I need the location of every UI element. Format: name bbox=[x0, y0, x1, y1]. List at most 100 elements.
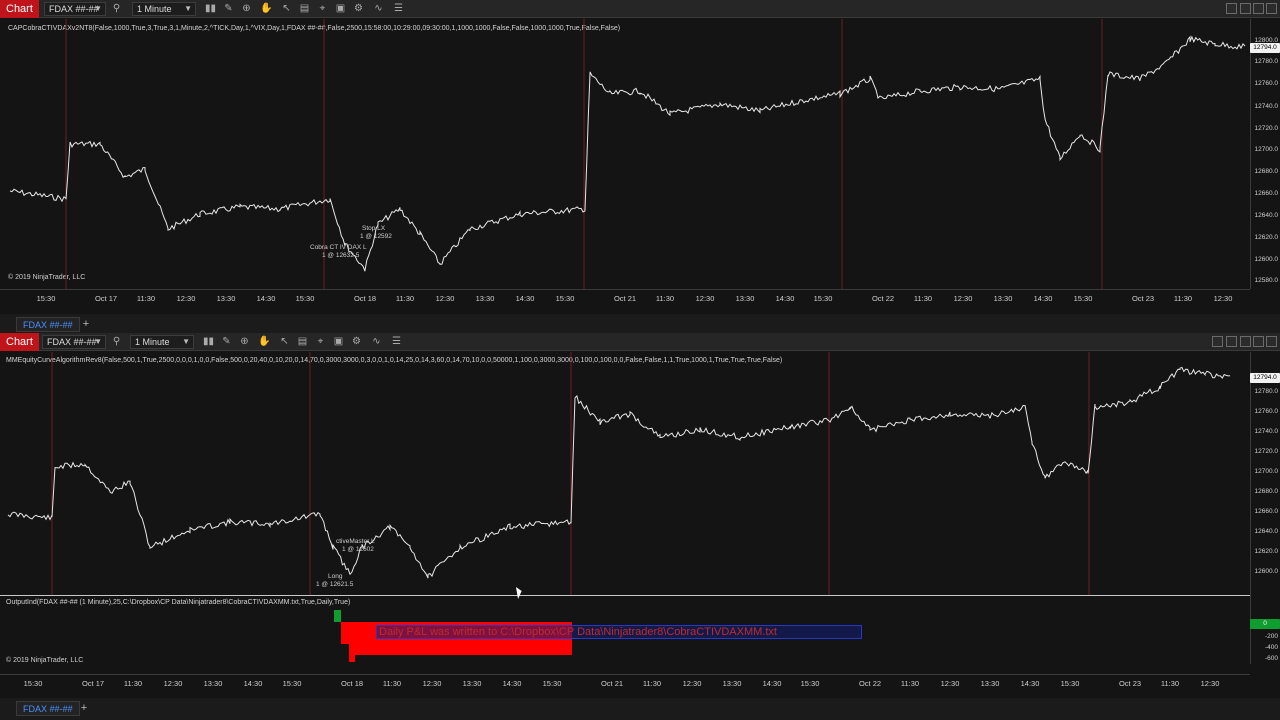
zoom-icon[interactable]: ⊕ bbox=[238, 336, 251, 348]
price-tick: 12780.0 bbox=[1254, 388, 1279, 395]
restore-down-icon[interactable] bbox=[1253, 336, 1264, 347]
price-tick: 12760.0 bbox=[1254, 408, 1279, 415]
bottom-price-panel[interactable]: MMEquityCurveAlgorithmRev8(False,500,1,T… bbox=[0, 352, 1280, 698]
bar-type-icon[interactable]: ▮▮ bbox=[204, 3, 217, 15]
time-tick: 11:30 bbox=[123, 679, 143, 688]
time-tick: Oct 23 bbox=[1131, 294, 1155, 303]
chevron-down-icon: ▼ bbox=[184, 4, 192, 13]
restore-icon[interactable] bbox=[1240, 3, 1251, 14]
long-entry-price: 1 @ 12621.5 bbox=[316, 581, 354, 588]
sub-value-marker: 0 bbox=[1250, 619, 1280, 629]
data-box-icon[interactable]: ▤ bbox=[296, 336, 309, 348]
price-tick: 12760.0 bbox=[1254, 80, 1279, 87]
properties-icon[interactable]: ▣ bbox=[332, 336, 345, 348]
sub-indicator-label: OutputInd(FDAX ##-## (1 Minute),25,C:\Dr… bbox=[6, 599, 351, 606]
bottom-price-axis[interactable]: 12780.0 12760.0 12740.0 12720.0 12700.0 … bbox=[1250, 352, 1280, 664]
time-tick: 13:30 bbox=[735, 294, 755, 303]
close-icon[interactable] bbox=[1266, 3, 1277, 14]
pnl-positive-bar bbox=[334, 610, 341, 622]
top-instrument-select[interactable]: FDAX ##-## ▼ bbox=[44, 2, 106, 16]
bar-type-icon[interactable]: ▮▮ bbox=[202, 336, 215, 348]
price-tick: 12680.0 bbox=[1254, 488, 1279, 495]
price-series-line bbox=[7, 366, 1231, 579]
maximize-icon[interactable] bbox=[1240, 336, 1251, 347]
search-icon[interactable]: ⚲ bbox=[110, 336, 123, 348]
indicators-icon[interactable]: ∿ bbox=[370, 336, 383, 348]
pointer-icon[interactable]: ↖ bbox=[278, 336, 291, 348]
time-tick: 14:30 bbox=[1020, 679, 1040, 688]
stop-exit-price: 1 @ 12592 bbox=[360, 233, 392, 240]
time-tick: 15:30 bbox=[800, 679, 820, 688]
time-tick: 13:30 bbox=[722, 679, 742, 688]
time-tick: 14:30 bbox=[762, 679, 782, 688]
bottom-interval-label: 1 Minute bbox=[135, 337, 170, 347]
bottom-chart-badge[interactable]: Chart bbox=[0, 333, 39, 351]
top-chart-badge[interactable]: Chart bbox=[0, 0, 39, 18]
hand-icon[interactable]: ✋ bbox=[258, 336, 271, 348]
strategies-icon[interactable]: ⚙ bbox=[350, 336, 363, 348]
properties-icon[interactable]: ▣ bbox=[334, 3, 347, 15]
time-tick: Oct 22 bbox=[871, 294, 895, 303]
minimize-icon[interactable] bbox=[1212, 336, 1223, 347]
add-tab-button[interactable]: + bbox=[80, 317, 92, 331]
bottom-instrument-select[interactable]: FDAX ##-## ▼ bbox=[42, 335, 106, 349]
top-tab-bar: FDAX ##-## + bbox=[0, 314, 1280, 334]
pointer-icon[interactable]: ↖ bbox=[280, 3, 293, 15]
time-tick: Oct 21 bbox=[613, 294, 637, 303]
bottom-time-axis[interactable]: 15:30 Oct 17 11:30 12:30 13:30 14:30 15:… bbox=[0, 674, 1250, 690]
zoom-icon[interactable]: ⊕ bbox=[240, 3, 253, 15]
strategies-icon[interactable]: ⚙ bbox=[352, 3, 365, 15]
time-tick: 11:30 bbox=[1173, 294, 1193, 303]
panel-divider[interactable] bbox=[0, 595, 1250, 596]
add-tab-button[interactable]: + bbox=[78, 701, 90, 715]
hand-icon[interactable]: ✋ bbox=[260, 3, 273, 15]
time-tick: 15:30 bbox=[555, 294, 575, 303]
maximize-icon[interactable] bbox=[1253, 3, 1264, 14]
time-tick: 15:30 bbox=[282, 679, 302, 688]
indicators-icon[interactable]: ∿ bbox=[372, 3, 385, 15]
menu-icon[interactable]: ☰ bbox=[392, 3, 405, 15]
restore-icon[interactable] bbox=[1226, 336, 1237, 347]
minimize-icon[interactable] bbox=[1226, 3, 1237, 14]
time-tick: 15:30 bbox=[295, 294, 315, 303]
crosshair-icon[interactable]: ⌖ bbox=[314, 336, 327, 348]
menu-icon[interactable]: ☰ bbox=[390, 336, 403, 348]
bottom-copyright: © 2019 NinjaTrader, LLC bbox=[6, 657, 84, 664]
top-time-axis[interactable]: 15:30 Oct 17 11:30 12:30 13:30 14:30 15:… bbox=[0, 289, 1250, 305]
top-price-axis[interactable]: 12800.0 12780.0 12760.0 12740.0 12720.0 … bbox=[1250, 19, 1280, 289]
drawing-tool-icon[interactable]: ✎ bbox=[220, 336, 233, 348]
drawing-tool-icon[interactable]: ✎ bbox=[222, 3, 235, 15]
time-tick: 15:30 bbox=[813, 294, 833, 303]
bottom-chart-tab[interactable]: FDAX ##-## bbox=[16, 701, 80, 716]
time-tick: 11:30 bbox=[913, 294, 933, 303]
top-price-panel[interactable]: CAPCobraCTIVDAXv2NT8(False,1000,True,3,T… bbox=[0, 19, 1280, 307]
time-tick: 11:30 bbox=[900, 679, 920, 688]
time-tick: 12:30 bbox=[1213, 294, 1233, 303]
close-icon[interactable] bbox=[1266, 336, 1277, 347]
bottom-interval-select[interactable]: 1 Minute ▼ bbox=[130, 335, 194, 349]
time-tick: 12:30 bbox=[695, 294, 715, 303]
search-icon[interactable]: ⚲ bbox=[110, 3, 123, 15]
time-tick: Oct 17 bbox=[94, 294, 118, 303]
time-tick: 11:30 bbox=[655, 294, 675, 303]
price-tick: 12740.0 bbox=[1254, 428, 1279, 435]
price-tick: 12580.0 bbox=[1254, 277, 1279, 284]
chevron-down-icon: ▼ bbox=[94, 337, 102, 346]
crosshair-icon[interactable]: ⌖ bbox=[316, 3, 329, 15]
price-tick: 12640.0 bbox=[1254, 212, 1279, 219]
bottom-price-chart[interactable] bbox=[0, 352, 1250, 664]
data-box-icon[interactable]: ▤ bbox=[298, 3, 311, 15]
time-tick: 14:30 bbox=[515, 294, 535, 303]
pnl-bar bbox=[349, 622, 355, 662]
top-interval-select[interactable]: 1 Minute ▼ bbox=[132, 2, 196, 16]
time-tick: 15:30 bbox=[23, 679, 43, 688]
time-tick: 12:30 bbox=[940, 679, 960, 688]
time-tick: 13:30 bbox=[993, 294, 1013, 303]
top-chart-tab[interactable]: FDAX ##-## bbox=[16, 317, 80, 332]
time-tick: 15:30 bbox=[36, 294, 56, 303]
entry-label: Cobra CT IV DAX L bbox=[310, 244, 367, 251]
top-price-chart[interactable] bbox=[0, 19, 1250, 289]
time-tick: Oct 23 bbox=[1118, 679, 1142, 688]
time-tick: 11:30 bbox=[1160, 679, 1180, 688]
long-entry-label: Long bbox=[328, 573, 343, 580]
